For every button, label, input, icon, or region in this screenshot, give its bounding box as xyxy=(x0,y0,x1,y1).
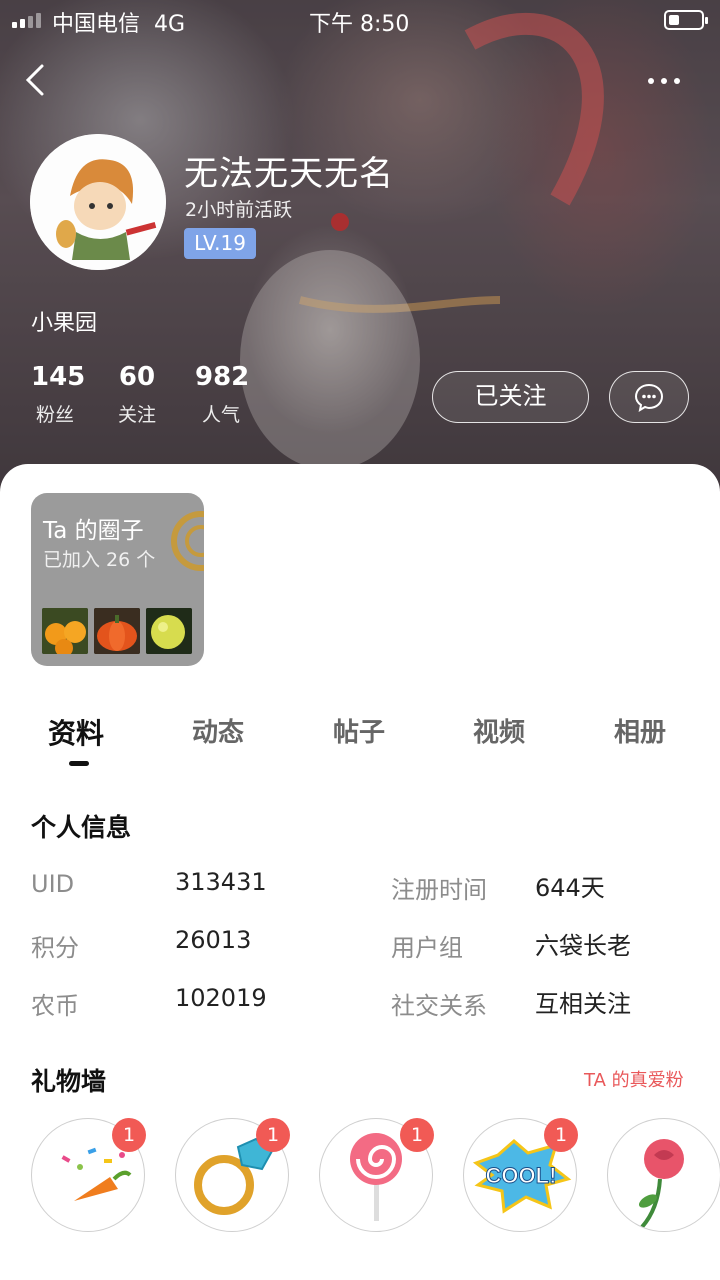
info-value: 313431 xyxy=(175,868,267,896)
stat-label: 粉丝 xyxy=(35,404,74,426)
status-bar: 中国电信 4G 下午 8:50 xyxy=(0,0,720,40)
circle-thumbnail xyxy=(146,608,192,654)
personal-info-title: 个人信息 xyxy=(31,813,132,842)
info-label: 农币 xyxy=(31,992,79,1020)
avatar[interactable] xyxy=(30,134,166,270)
true-fans-link[interactable]: TA 的真爱粉 xyxy=(584,1066,684,1092)
circle-thumbnail xyxy=(42,608,88,654)
more-dot-icon xyxy=(661,78,667,84)
more-dot-icon xyxy=(674,78,680,84)
signal-icon xyxy=(12,12,41,28)
info-label: UID xyxy=(31,870,75,898)
circle-logo-icon xyxy=(171,511,204,571)
circle-subtitle: 已加入 26 个 xyxy=(43,549,156,571)
gift-count-badge: 1 xyxy=(544,1118,578,1152)
stat-fans[interactable]: 145 粉丝 xyxy=(31,362,86,427)
battery-icon xyxy=(664,10,708,30)
info-label: 注册时间 xyxy=(391,876,487,904)
nickname: 无法无天无名 xyxy=(184,154,394,194)
info-value: 102019 xyxy=(175,984,267,1012)
tab-profile[interactable]: 资料 xyxy=(48,712,104,752)
profile-content-sheet: Ta 的圈子 已加入 26 个 资料 动态 帖子 视频 相册 个人信息 UID … xyxy=(0,464,720,1280)
stat-value: 60 xyxy=(118,362,156,392)
tab-posts[interactable]: 帖子 xyxy=(333,712,385,749)
info-label: 社交关系 xyxy=(391,992,487,1020)
more-options-button[interactable] xyxy=(640,66,688,96)
gift-item[interactable] xyxy=(607,1118,720,1232)
chat-bubble-icon xyxy=(634,383,664,412)
info-value: 六袋长老 xyxy=(535,932,631,960)
message-button[interactable] xyxy=(609,371,689,423)
info-value: 26013 xyxy=(175,926,252,954)
tab-videos[interactable]: 视频 xyxy=(473,712,525,749)
circle-thumbnail xyxy=(94,608,140,654)
last-active-text: 2小时前活跃 xyxy=(185,199,293,221)
carrier-label: 中国电信 4G xyxy=(52,12,186,37)
clock: 下午 8:50 xyxy=(309,12,410,37)
stat-label: 人气 xyxy=(201,404,240,426)
pumpkin-image xyxy=(94,608,140,654)
svg-text:COOL!: COOL! xyxy=(486,1163,557,1188)
rose-icon xyxy=(638,1139,684,1229)
active-tab-indicator xyxy=(69,761,89,766)
stat-popularity[interactable]: 982 人气 xyxy=(195,362,250,427)
stat-value: 982 xyxy=(195,362,250,392)
info-label: 用户组 xyxy=(391,934,463,962)
gift-count-badge: 1 xyxy=(256,1118,290,1152)
gift-wall-title: 礼物墙 xyxy=(31,1067,107,1096)
circle-card[interactable]: Ta 的圈子 已加入 26 个 xyxy=(31,493,204,666)
info-value: 644天 xyxy=(535,874,605,902)
stat-label: 关注 xyxy=(117,404,156,426)
green-fruit-image xyxy=(146,608,192,654)
region-label: 小果园 xyxy=(31,311,98,336)
back-button[interactable] xyxy=(20,62,56,98)
circle-title: Ta 的圈子 xyxy=(43,518,144,544)
info-label: 积分 xyxy=(31,934,79,962)
stat-following[interactable]: 60 关注 xyxy=(117,362,157,427)
oranges-image xyxy=(42,608,88,654)
level-badge: LV.19 xyxy=(184,228,256,259)
profile-tabs: 资料 动态 帖子 视频 相册 xyxy=(0,712,720,772)
chevron-left-icon xyxy=(25,64,44,96)
gift-count-badge: 1 xyxy=(112,1118,146,1152)
tab-album[interactable]: 相册 xyxy=(614,712,666,749)
avatar-image xyxy=(30,134,166,270)
stat-value: 145 xyxy=(31,362,86,392)
tab-activity[interactable]: 动态 xyxy=(192,712,244,749)
following-button[interactable]: 已关注 xyxy=(432,371,589,423)
gift-count-badge: 1 xyxy=(400,1118,434,1152)
more-dot-icon xyxy=(648,78,654,84)
info-value: 互相关注 xyxy=(535,990,631,1018)
